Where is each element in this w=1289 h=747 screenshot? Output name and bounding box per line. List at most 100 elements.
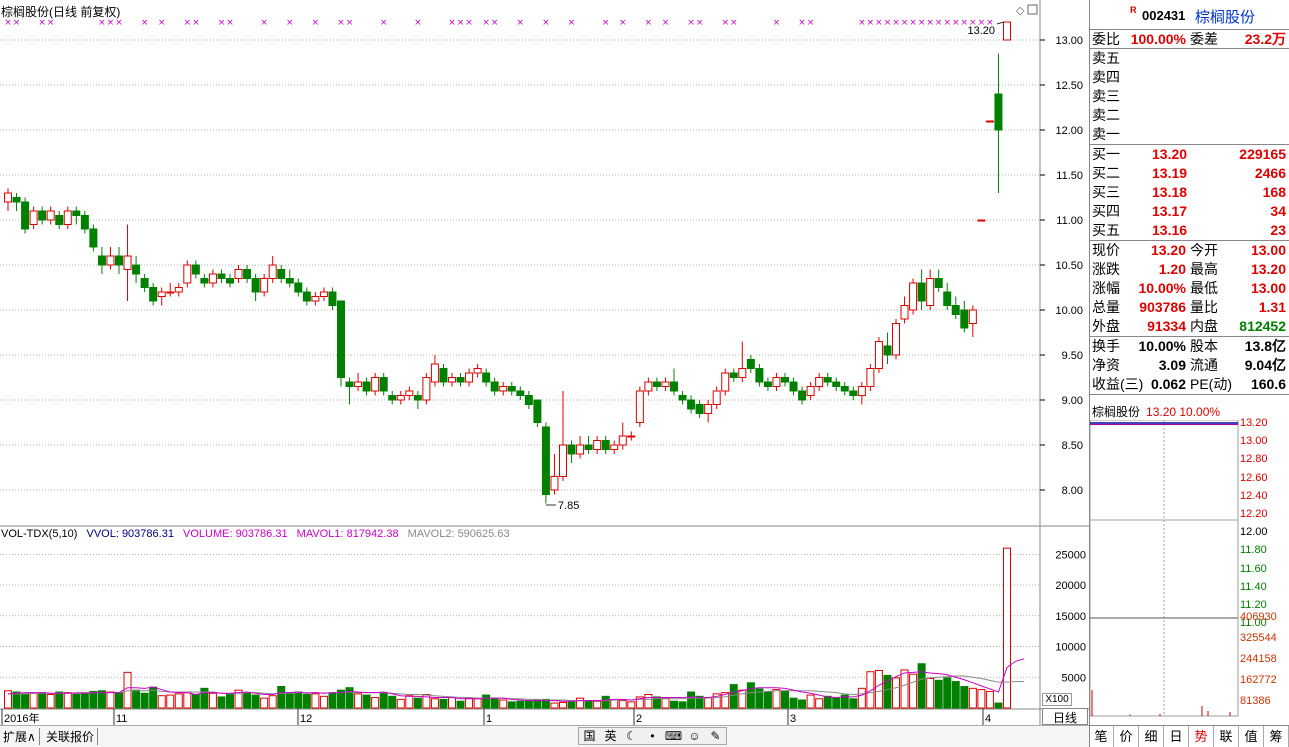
volume-bar [388, 695, 397, 709]
event-marker: × [875, 18, 883, 28]
stat-value: 0.062 [1150, 376, 1186, 392]
volume-bar [38, 692, 47, 709]
candle-body [191, 264, 200, 275]
quote-tab[interactable]: 势 [1189, 726, 1214, 747]
mini-price-label: 11.60 [1240, 562, 1267, 575]
candle-body [789, 381, 798, 392]
volume-bar [610, 699, 619, 709]
buy-price: 13.20 [1152, 146, 1188, 162]
mavol2-value: MAVOL2: 590625.63 [407, 528, 510, 540]
stat-value: 903786 [1139, 299, 1186, 315]
quote-tab[interactable]: 日 [1164, 726, 1189, 747]
volume-bar [12, 691, 21, 709]
tab-extend[interactable]: 扩展∧ [0, 728, 40, 745]
moon-icon[interactable]: ☾ [621, 728, 642, 744]
weicha-label: 委差 [1190, 31, 1218, 47]
candle-body [516, 390, 525, 396]
volume-value: VOLUME: 903786.31 [183, 528, 288, 540]
candle-body [72, 210, 81, 216]
stat-label: 今开 [1190, 242, 1218, 258]
candle-body [900, 305, 909, 320]
candle-body [635, 390, 644, 423]
volume-bar [106, 691, 115, 709]
quote-tab[interactable]: 联 [1214, 726, 1239, 747]
mini-price-label: 11.40 [1240, 580, 1267, 593]
candle-body [866, 368, 875, 387]
event-marker: × [645, 18, 653, 28]
tab-related-quote[interactable]: 关联报价 [43, 728, 99, 745]
candle-body [772, 377, 781, 387]
stat-label: 总量 [1092, 299, 1120, 315]
event-marker: × [337, 18, 345, 28]
mini-price-label: 12.00 [1240, 526, 1268, 539]
stat-value: 91334 [1147, 318, 1186, 334]
buy-row[interactable]: 买一 13.20 229165 [1090, 145, 1289, 164]
candle-body [294, 282, 303, 293]
mini-volume-label: 325544 [1240, 632, 1277, 644]
event-marker: × [721, 18, 729, 28]
volume-bar [251, 694, 260, 709]
quote-tab[interactable]: 价 [1114, 726, 1139, 747]
candle-body [337, 300, 345, 378]
ime-toolbar[interactable]: 国 英 ☾ • ⌨ ☺ ✎ [578, 727, 727, 745]
weibi-label: 委比 [1092, 31, 1120, 47]
candle-body [926, 278, 935, 306]
buy-row[interactable]: 买四 13.17 34 [1090, 202, 1289, 221]
keyboard-icon[interactable]: ⌨ [663, 728, 684, 744]
volume-bar [226, 693, 234, 709]
event-marker: × [448, 18, 456, 28]
mini-chart-title: 棕榈股份 13.20 10.00% [1092, 403, 1220, 420]
candle-body [371, 377, 380, 392]
candle-body [388, 395, 397, 401]
candle-body [80, 215, 89, 230]
candle-body [123, 255, 132, 270]
volume-bar [704, 697, 713, 709]
event-marker: × [696, 18, 704, 28]
square-icon [1027, 4, 1038, 15]
high-annotation-line [996, 21, 1005, 25]
ime-guo-icon[interactable]: 国 [579, 728, 600, 744]
buy-qty: 229165 [1239, 146, 1286, 162]
volume-bar [29, 692, 38, 709]
stock-name[interactable]: 棕榈股份 [1195, 6, 1255, 27]
ime-ying-icon[interactable]: 英 [600, 728, 621, 744]
mini-price-label: 11.80 [1240, 544, 1267, 557]
volume-bar [900, 669, 909, 709]
buy-price: 13.17 [1152, 203, 1188, 219]
kline-chart-area[interactable]: 13.00 12.50 12.00 11.50 11.00 10.50 10.00 9.50 9… [0, 0, 1089, 747]
buy-row[interactable]: 买二 13.19 2466 [1090, 164, 1289, 183]
quote-tab[interactable]: 笔 [1089, 726, 1114, 747]
stat-row: 现价 13.20 今开 13.00 [1090, 241, 1289, 260]
event-marker: × [457, 18, 465, 28]
volume-axis-label: 25000 [1055, 549, 1086, 561]
candle-body [729, 372, 738, 378]
period-button[interactable]: 日线 [1042, 708, 1088, 725]
volume-bar [729, 684, 738, 709]
buy-row[interactable]: 买五 13.16 23 [1090, 221, 1289, 240]
person-icon[interactable]: ☺ [684, 728, 705, 744]
event-marker: × [568, 18, 576, 28]
vvol-value: VVOL: 903786.31 [86, 528, 174, 540]
buy-label: 买一 [1092, 146, 1120, 162]
quote-tab[interactable]: 值 [1239, 726, 1264, 747]
candle-body [277, 269, 286, 279]
vol-indicator-name[interactable]: VOL-TDX(5,10) [1, 528, 77, 540]
candle-body [97, 255, 106, 266]
kline-svg[interactable]: 13.00 12.50 12.00 11.50 11.00 10.50 10.00 9.50 9… [0, 0, 1089, 747]
candle-body [166, 291, 175, 294]
candle-body [328, 291, 337, 306]
candle-body [140, 278, 149, 288]
volume-bar [345, 687, 354, 709]
candle-body [396, 395, 405, 401]
candle-body [473, 368, 482, 374]
volume-bar [806, 694, 815, 709]
quote-tab[interactable]: 细 [1139, 726, 1164, 747]
volume-bar [191, 693, 200, 709]
volume-bar [277, 685, 286, 709]
time-axis-label: 2016年 [4, 711, 39, 725]
buy-row[interactable]: 买三 13.18 168 [1090, 183, 1289, 202]
quote-tab[interactable]: 筹 [1264, 726, 1289, 747]
dot-icon[interactable]: • [642, 728, 663, 744]
wrench-icon[interactable]: ✎ [705, 728, 726, 744]
volume-bar [883, 674, 892, 709]
